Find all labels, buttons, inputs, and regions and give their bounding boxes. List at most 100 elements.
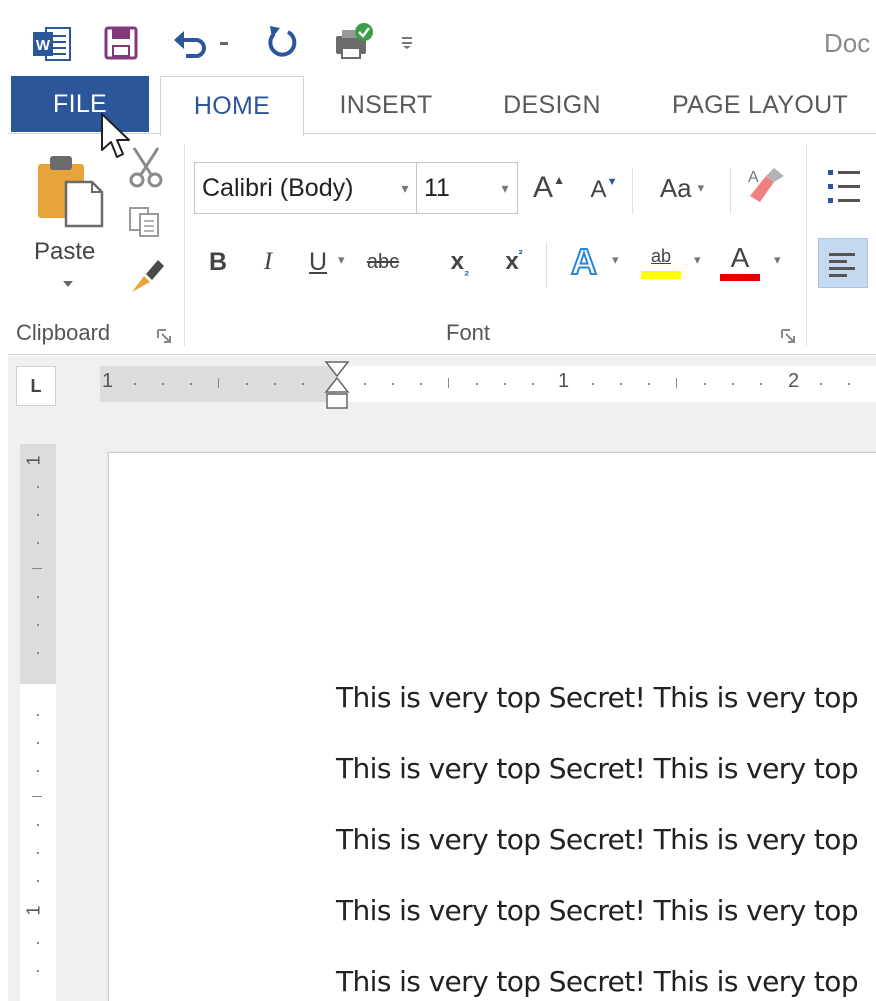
tab-insert[interactable]: INSERT	[323, 76, 449, 134]
italic-button[interactable]: I	[250, 242, 286, 282]
document-paragraph[interactable]: This is very top Secret! This is very to…	[336, 894, 859, 927]
customize-qat-icon[interactable]	[400, 36, 414, 50]
highlight-color-button[interactable]: ab	[632, 238, 690, 286]
ribbon-home: Paste Clipboard Calibri (Body) ▾ 11 ▾ A ▲…	[8, 133, 876, 355]
ruler-dot	[37, 596, 39, 598]
format-painter-icon[interactable]	[126, 256, 168, 296]
shrink-arrow-icon: ▼	[606, 176, 618, 188]
clear-formatting-icon[interactable]: A	[744, 166, 788, 210]
change-case-label: Aa	[659, 172, 692, 203]
document-page[interactable]: This is very top Secret! This is very to…	[108, 452, 876, 1001]
font-dialog-launcher-icon[interactable]	[780, 328, 796, 344]
group-separator	[184, 144, 185, 346]
ruler-dot	[476, 383, 478, 385]
ruler-dot	[37, 714, 39, 716]
ruler-dot	[820, 383, 822, 385]
font-name-dropdown[interactable]: Calibri (Body) ▾	[194, 162, 418, 214]
ruler-dot	[134, 383, 136, 385]
ruler-dot	[37, 542, 39, 544]
subscript-button[interactable]: x₂	[440, 242, 480, 282]
vertical-ruler-top-margin	[20, 444, 56, 684]
tab-selector-label: L	[30, 375, 42, 396]
font-color-button[interactable]: A	[714, 238, 766, 286]
dropdown-caret-icon[interactable]	[218, 40, 230, 48]
tab-page-layout[interactable]: PAGE LAYOUT	[655, 76, 865, 134]
paste-icon[interactable]	[36, 152, 106, 228]
vertical-ruler[interactable]: 1 1	[20, 444, 56, 1001]
ruler-dot	[648, 383, 650, 385]
bold-button[interactable]: B	[200, 242, 236, 282]
ruler-tick	[676, 378, 677, 388]
subscript-label: x	[450, 248, 464, 275]
ruler-dot	[274, 383, 276, 385]
ruler-dot	[37, 770, 39, 772]
font-group-label: Font	[446, 320, 491, 345]
ruler-dot	[162, 383, 164, 385]
chevron-down-icon: ▾	[401, 179, 409, 196]
save-icon[interactable]	[104, 26, 138, 60]
ruler-dot	[37, 970, 39, 972]
svg-text:W: W	[36, 37, 51, 54]
grow-font-button[interactable]: A ▲	[528, 166, 570, 210]
chevron-down-icon: ▾	[501, 179, 509, 196]
bold-label: B	[208, 247, 228, 276]
align-left-button[interactable]	[818, 238, 868, 288]
paste-dropdown-icon[interactable]	[62, 280, 74, 288]
ruler-dot	[592, 383, 594, 385]
superscript-button[interactable]: x²	[494, 242, 534, 282]
vertical-ruler-number: 1	[23, 905, 44, 916]
word-app-icon[interactable]: W	[32, 26, 72, 62]
ruler-dot	[37, 942, 39, 944]
bullets-icon[interactable]	[826, 164, 862, 208]
redo-icon[interactable]	[264, 24, 300, 60]
ruler-tick	[32, 796, 42, 797]
horizontal-ruler[interactable]: 1 1 2	[100, 361, 876, 409]
touch-mode-icon[interactable]	[332, 22, 376, 62]
tab-selector[interactable]: L	[16, 366, 56, 406]
ruler-dot	[37, 852, 39, 854]
ruler-dot	[37, 624, 39, 626]
ruler-number: 2	[788, 370, 800, 392]
document-paragraph[interactable]: This is very top Secret! This is very to…	[336, 823, 859, 856]
font-name-value: Calibri (Body)	[202, 173, 354, 202]
text-effects-button[interactable]: A	[560, 238, 608, 286]
tab-design[interactable]: DESIGN	[484, 76, 620, 134]
text-effects-label: A	[570, 240, 598, 283]
undo-icon[interactable]	[172, 26, 210, 60]
tab-home[interactable]: HOME	[160, 76, 304, 136]
ruler-number: 1	[102, 370, 114, 392]
ruler-tick	[448, 378, 449, 388]
underline-label: U	[308, 247, 328, 276]
indent-marker-icon[interactable]	[324, 360, 350, 410]
ruler-dot	[420, 383, 422, 385]
clipboard-dialog-launcher-icon[interactable]	[156, 328, 172, 344]
document-paragraph[interactable]: This is very top Secret! This is very to…	[336, 752, 859, 785]
shrink-font-button[interactable]: A ▼	[584, 170, 624, 210]
ruler-number: 1	[558, 370, 570, 392]
document-paragraph[interactable]: This is very top Secret! This is very to…	[336, 965, 859, 998]
ruler-dot	[37, 742, 39, 744]
document-paragraph[interactable]: This is very top Secret! This is very to…	[336, 681, 859, 714]
ruler-dot	[620, 383, 622, 385]
strikethrough-button[interactable]: abc	[354, 242, 412, 282]
subscript-marker-icon: ₂	[464, 264, 470, 278]
paste-label[interactable]: Paste	[34, 238, 95, 266]
font-color-bar	[720, 273, 760, 281]
change-case-button[interactable]: Aa ▾	[644, 166, 720, 210]
shrink-font-label: A	[590, 176, 607, 203]
font-color-dropdown-icon[interactable]: ▾	[774, 252, 781, 268]
text-effects-dropdown-icon[interactable]: ▾	[612, 252, 619, 268]
ruler-dot	[302, 383, 304, 385]
underline-button[interactable]: U	[300, 242, 336, 282]
superscript-marker-icon: ²	[518, 247, 523, 261]
copy-icon[interactable]	[126, 204, 164, 240]
ruler-dot	[246, 383, 248, 385]
grow-arrow-icon: ▲	[553, 173, 565, 187]
ruler-dot	[732, 383, 734, 385]
mouse-cursor-icon	[101, 113, 130, 158]
font-size-dropdown[interactable]: 11 ▾	[416, 162, 518, 214]
ruler-dot	[37, 514, 39, 516]
highlight-dropdown-icon[interactable]: ▾	[694, 252, 701, 268]
grow-font-label: A	[533, 171, 554, 204]
underline-dropdown-icon[interactable]: ▾	[338, 252, 345, 268]
